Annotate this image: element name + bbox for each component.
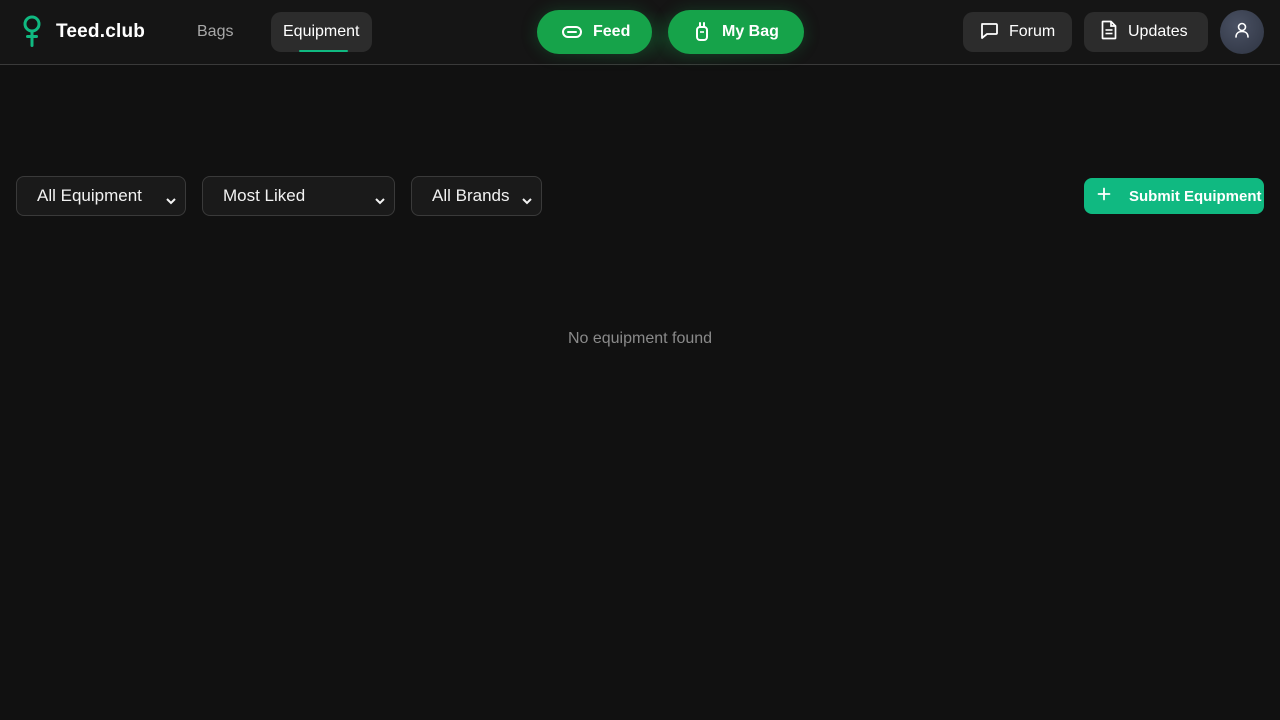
nav-equipment-label: Equipment (283, 23, 360, 40)
chevron-down-icon (374, 191, 386, 211)
active-tab-indicator (299, 50, 348, 52)
plus-icon (1097, 187, 1111, 205)
feed-label: Feed (593, 23, 631, 40)
sort-filter-select[interactable]: Most Liked (202, 176, 395, 216)
message-square-icon (979, 20, 999, 45)
user-icon (1233, 21, 1251, 44)
forum-button[interactable]: Forum (963, 12, 1072, 52)
user-avatar-button[interactable] (1220, 10, 1264, 54)
category-filter-select[interactable]: All Equipment (16, 176, 186, 216)
submit-equipment-button[interactable]: Submit Equipment (1084, 178, 1264, 214)
brand-logo[interactable]: Teed.club (20, 14, 145, 50)
chevron-down-icon (165, 191, 177, 211)
golf-bag-icon (694, 22, 710, 42)
brand-filter-value: All Brands (432, 186, 510, 205)
golf-tee-icon (20, 14, 44, 50)
top-navbar: Teed.club Bags Equipment Feed My Bag For… (0, 0, 1280, 68)
sort-filter-value: Most Liked (223, 186, 306, 205)
feed-button[interactable]: Feed (537, 10, 652, 54)
updates-label: Updates (1128, 23, 1188, 40)
submit-equipment-label: Submit Equipment (1129, 187, 1262, 205)
updates-button[interactable]: Updates (1084, 12, 1208, 52)
my-bag-label: My Bag (722, 23, 779, 40)
chevron-down-icon (521, 191, 533, 211)
file-text-icon (1100, 20, 1118, 45)
category-filter-value: All Equipment (37, 186, 142, 205)
empty-state-message: No equipment found (567, 330, 713, 347)
brand-filter-select[interactable]: All Brands (411, 176, 542, 216)
brand-name: Teed.club (56, 21, 146, 42)
nav-bags-link[interactable]: Bags (185, 12, 245, 52)
forum-label: Forum (1009, 23, 1056, 40)
nav-equipment-link[interactable]: Equipment (271, 12, 372, 52)
feed-icon (561, 24, 583, 40)
my-bag-button[interactable]: My Bag (668, 10, 804, 54)
